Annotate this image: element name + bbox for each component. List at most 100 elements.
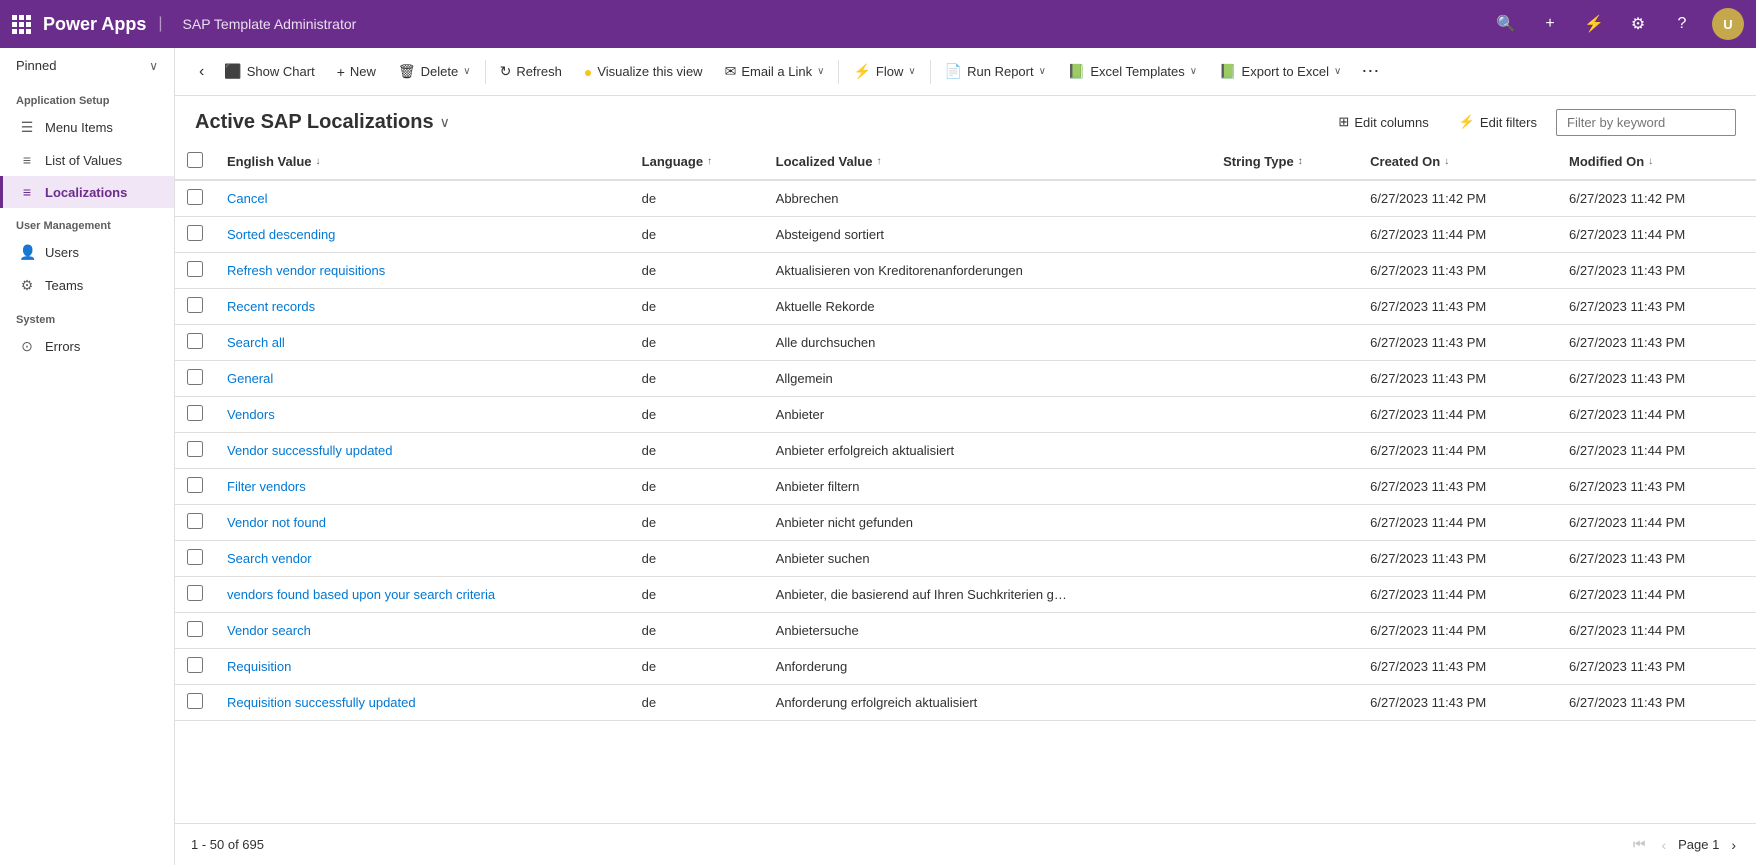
col-created-on[interactable]: Created On ↓ bbox=[1358, 144, 1557, 180]
table-row: Cancel de Abbrechen 6/27/2023 11:42 PM 6… bbox=[175, 180, 1756, 217]
top-bar: Power Apps | SAP Template Administrator … bbox=[0, 0, 1756, 48]
add-icon[interactable]: + bbox=[1536, 10, 1564, 38]
cell-created-on: 6/27/2023 11:43 PM bbox=[1358, 649, 1557, 685]
filter-keyword-input[interactable] bbox=[1556, 109, 1736, 136]
next-page-button[interactable]: › bbox=[1727, 833, 1740, 857]
sidebar-item-teams[interactable]: ⚙ Teams bbox=[0, 269, 174, 302]
search-icon[interactable]: 🔍 bbox=[1492, 10, 1520, 38]
email-link-button[interactable]: ✉ Email a Link ∨ bbox=[715, 57, 835, 86]
new-button[interactable]: + New bbox=[327, 58, 386, 86]
avatar[interactable]: U bbox=[1712, 8, 1744, 40]
cell-localized-value: Anbietersuche bbox=[764, 613, 1211, 649]
english-value-link[interactable]: Refresh vendor requisitions bbox=[227, 263, 385, 278]
row-checkbox-cell bbox=[175, 217, 215, 253]
row-checkbox[interactable] bbox=[187, 369, 203, 385]
row-checkbox[interactable] bbox=[187, 333, 203, 349]
row-checkbox[interactable] bbox=[187, 549, 203, 565]
english-value-link[interactable]: Cancel bbox=[227, 191, 267, 206]
english-value-link[interactable]: Vendor search bbox=[227, 623, 311, 638]
app-grid-button[interactable] bbox=[12, 15, 31, 34]
english-value-link[interactable]: Requisition successfully updated bbox=[227, 695, 416, 710]
sidebar-item-list-of-values[interactable]: ≡ List of Values bbox=[0, 144, 174, 176]
back-button[interactable]: ‹ bbox=[191, 59, 212, 85]
export-excel-button[interactable]: 📗 Export to Excel ∨ bbox=[1209, 57, 1351, 86]
row-checkbox[interactable] bbox=[187, 585, 203, 601]
settings-icon[interactable]: ⚙ bbox=[1624, 10, 1652, 38]
row-checkbox[interactable] bbox=[187, 261, 203, 277]
col-english-value[interactable]: English Value ↓ bbox=[215, 144, 630, 180]
select-all-checkbox[interactable] bbox=[187, 152, 203, 168]
english-value-link[interactable]: Search all bbox=[227, 335, 285, 350]
cell-localized-value: Alle durchsuchen bbox=[764, 325, 1211, 361]
english-value-link[interactable]: Sorted descending bbox=[227, 227, 335, 242]
english-value-link[interactable]: Vendor successfully updated bbox=[227, 443, 393, 458]
delete-button[interactable]: 🗑 Delete ∨ bbox=[388, 57, 481, 86]
english-value-link[interactable]: Recent records bbox=[227, 299, 315, 314]
col-language[interactable]: Language ↑ bbox=[630, 144, 764, 180]
row-checkbox[interactable] bbox=[187, 405, 203, 421]
cell-string-type bbox=[1211, 577, 1358, 613]
filter-icon[interactable]: ⚡ bbox=[1580, 10, 1608, 38]
cell-modified-on: 6/27/2023 11:44 PM bbox=[1557, 577, 1756, 613]
english-value-link[interactable]: Vendors bbox=[227, 407, 275, 422]
cell-created-on: 6/27/2023 11:44 PM bbox=[1358, 577, 1557, 613]
row-checkbox-cell bbox=[175, 613, 215, 649]
show-chart-button[interactable]: ⬛ Show Chart bbox=[214, 57, 324, 86]
edit-columns-button[interactable]: ⊞ Edit columns bbox=[1327, 108, 1439, 136]
col-localized-value[interactable]: Localized Value ↑ bbox=[764, 144, 1211, 180]
english-value-link[interactable]: Filter vendors bbox=[227, 479, 306, 494]
row-checkbox[interactable] bbox=[187, 693, 203, 709]
run-report-button[interactable]: 📄 Run Report ∨ bbox=[935, 57, 1056, 86]
select-all-col bbox=[175, 144, 215, 180]
cell-modified-on: 6/27/2023 11:43 PM bbox=[1557, 325, 1756, 361]
cell-english-value: Vendors bbox=[215, 397, 630, 433]
english-value-link[interactable]: Search vendor bbox=[227, 551, 312, 566]
cell-language: de bbox=[630, 289, 764, 325]
more-button[interactable]: ⋯ bbox=[1353, 57, 1387, 86]
cell-localized-value: Aktualisieren von Kreditorenanforderunge… bbox=[764, 253, 1211, 289]
flow-button[interactable]: ⚡ Flow ∨ bbox=[843, 57, 925, 86]
cell-localized-value: Absteigend sortiert bbox=[764, 217, 1211, 253]
row-checkbox[interactable] bbox=[187, 477, 203, 493]
edit-filters-button[interactable]: ⚡ Edit filters bbox=[1448, 108, 1548, 136]
cell-modified-on: 6/27/2023 11:43 PM bbox=[1557, 361, 1756, 397]
pinned-row[interactable]: Pinned ∨ bbox=[0, 48, 174, 83]
cell-english-value: Recent records bbox=[215, 289, 630, 325]
section-label-system: System bbox=[0, 302, 174, 330]
sidebar-item-menu-items[interactable]: ☰ Menu Items bbox=[0, 111, 174, 144]
visualize-button[interactable]: ● Visualize this view bbox=[574, 58, 713, 86]
localizations-icon: ≡ bbox=[19, 184, 35, 200]
english-value-link[interactable]: Requisition bbox=[227, 659, 291, 674]
sidebar-item-users[interactable]: 👤 Users bbox=[0, 236, 174, 269]
row-checkbox[interactable] bbox=[187, 621, 203, 637]
row-checkbox[interactable] bbox=[187, 189, 203, 205]
col-string-type[interactable]: String Type ↕ bbox=[1211, 144, 1358, 180]
cell-created-on: 6/27/2023 11:43 PM bbox=[1358, 361, 1557, 397]
english-value-link[interactable]: General bbox=[227, 371, 273, 386]
col-modified-on[interactable]: Modified On ↓ bbox=[1557, 144, 1756, 180]
cell-english-value: Vendor search bbox=[215, 613, 630, 649]
refresh-button[interactable]: ↻ Refresh bbox=[490, 57, 572, 86]
sidebar-item-localizations[interactable]: ≡ Localizations bbox=[0, 176, 174, 208]
english-value-link[interactable]: Vendor not found bbox=[227, 515, 326, 530]
table-row: Vendor not found de Anbieter nicht gefun… bbox=[175, 505, 1756, 541]
help-icon[interactable]: ? bbox=[1668, 10, 1696, 38]
view-title-chevron-icon[interactable]: ∨ bbox=[440, 114, 450, 131]
row-checkbox-cell bbox=[175, 397, 215, 433]
row-checkbox[interactable] bbox=[187, 297, 203, 313]
sidebar-item-errors[interactable]: ⊙ Errors bbox=[0, 330, 174, 363]
cell-language: de bbox=[630, 613, 764, 649]
row-checkbox[interactable] bbox=[187, 513, 203, 529]
separator-2 bbox=[838, 60, 839, 84]
english-value-link[interactable]: vendors found based upon your search cri… bbox=[227, 587, 495, 602]
cell-localized-value: Anbieter, die basierend auf Ihren Suchkr… bbox=[764, 577, 1211, 613]
first-page-button[interactable]: ⏮ bbox=[1629, 832, 1650, 857]
cell-string-type bbox=[1211, 325, 1358, 361]
prev-page-button[interactable]: ‹ bbox=[1657, 833, 1670, 857]
table-body: Cancel de Abbrechen 6/27/2023 11:42 PM 6… bbox=[175, 180, 1756, 721]
row-checkbox[interactable] bbox=[187, 657, 203, 673]
row-checkbox[interactable] bbox=[187, 441, 203, 457]
excel-templates-button[interactable]: 📗 Excel Templates ∨ bbox=[1058, 57, 1207, 86]
row-checkbox[interactable] bbox=[187, 225, 203, 241]
pinned-chevron-icon: ∨ bbox=[149, 59, 158, 73]
